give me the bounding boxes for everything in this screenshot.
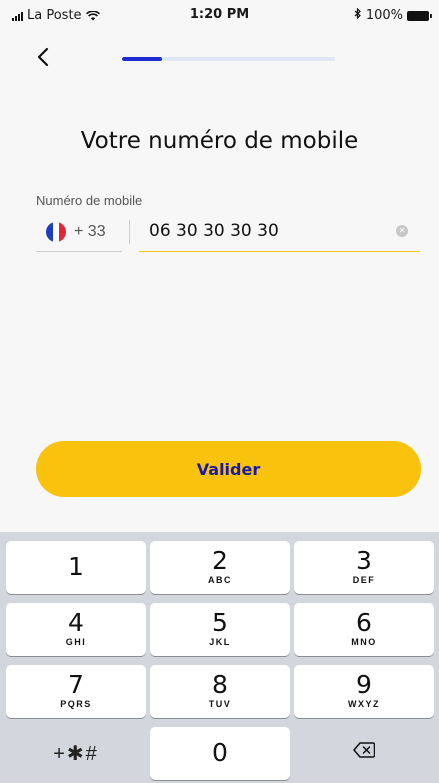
progress-track <box>122 57 335 61</box>
key-digit: 3 <box>356 546 372 575</box>
key-7[interactable]: 7 PQRS <box>6 665 146 718</box>
phone-field-label: Numéro de mobile <box>36 193 143 208</box>
key-letters: WXYZ <box>348 699 380 709</box>
key-4[interactable]: 4 GHI <box>6 603 146 656</box>
battery-percent: 100% <box>365 8 403 23</box>
validate-button[interactable]: Valider <box>36 441 421 497</box>
key-1[interactable]: 1 <box>6 541 146 594</box>
phone-screen: La Poste 1:20 PM 100% Votre numéro de mo… <box>0 0 439 783</box>
key-digit: 1 <box>68 552 84 581</box>
key-digit: 4 <box>68 608 84 637</box>
key-6[interactable]: 6 MNO <box>294 603 434 656</box>
key-letters: JKL <box>209 637 231 647</box>
dial-code: + 33 <box>74 223 106 240</box>
battery-icon <box>407 10 432 21</box>
phone-input-container: ✕ <box>139 213 420 252</box>
key-5[interactable]: 5 JKL <box>150 603 290 656</box>
key-letters: ABC <box>208 575 232 585</box>
numeric-keypad: 1 2 ABC 3 DEF 4 GHI 5 JKL 6 MNO 7 PQRS 8… <box>0 532 439 783</box>
key-digit: 0 <box>212 738 228 767</box>
key-digit: 6 <box>356 608 372 637</box>
key-2[interactable]: 2 ABC <box>150 541 290 594</box>
chevron-left-icon <box>37 47 49 72</box>
status-right: 100% <box>354 7 432 23</box>
page-title: Votre numéro de mobile <box>80 128 359 154</box>
progress-fill <box>122 57 163 61</box>
key-letters: DEF <box>352 575 376 585</box>
key-9[interactable]: 9 WXYZ <box>294 665 434 718</box>
key-8[interactable]: 8 TUV <box>150 665 290 718</box>
key-letters: PQRS <box>60 699 92 709</box>
backspace-key[interactable] <box>294 727 434 780</box>
key-letters: MNO <box>351 637 377 647</box>
key-letters: TUV <box>208 699 232 709</box>
symbols-key-label: +✱# <box>53 743 99 765</box>
phone-number-input[interactable] <box>149 213 379 249</box>
backspace-icon <box>294 742 434 758</box>
france-flag-icon <box>46 222 66 242</box>
key-digit: 9 <box>356 670 372 699</box>
key-0[interactable]: 0 <box>150 727 290 780</box>
key-3[interactable]: 3 DEF <box>294 541 434 594</box>
bluetooth-icon <box>354 7 362 23</box>
key-digit: 8 <box>212 670 228 699</box>
back-button[interactable] <box>28 44 58 74</box>
status-bar: La Poste 1:20 PM 100% <box>0 0 439 30</box>
symbols-key[interactable]: +✱# <box>6 727 146 780</box>
field-divider <box>129 220 130 244</box>
key-letters: GHI <box>65 637 87 647</box>
key-digit: 2 <box>212 546 228 575</box>
key-digit: 7 <box>68 670 84 699</box>
clear-circle-icon[interactable]: ✕ <box>396 225 408 237</box>
country-code-selector[interactable]: + 33 <box>36 213 122 252</box>
key-digit: 5 <box>212 608 228 637</box>
